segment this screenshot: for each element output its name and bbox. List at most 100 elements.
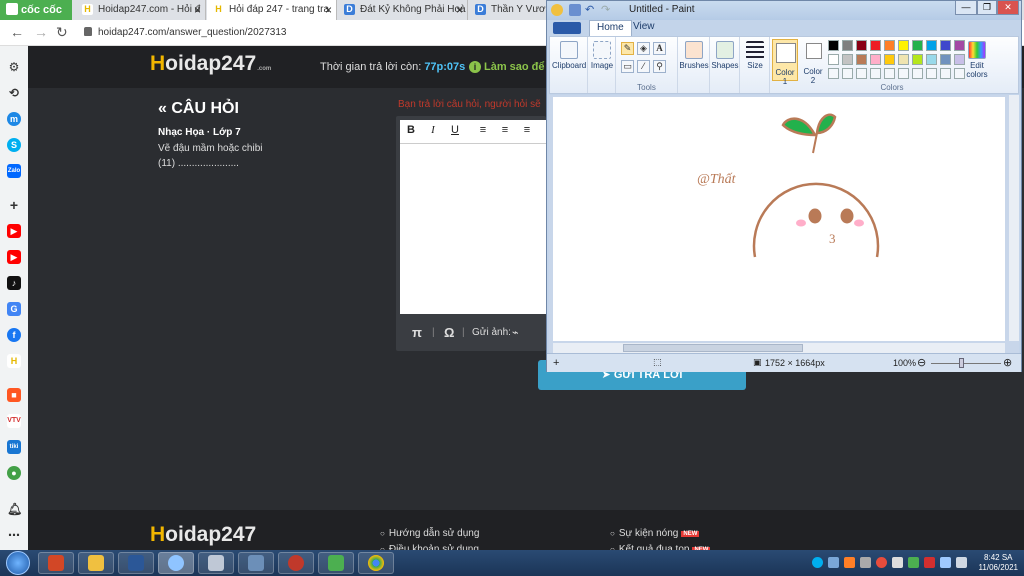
- footer-link-guide[interactable]: Hướng dẫn sử dụng: [380, 528, 480, 539]
- fill-icon[interactable]: ◈: [637, 42, 650, 55]
- palette-swatch[interactable]: [912, 68, 923, 79]
- palette-swatch[interactable]: [940, 68, 951, 79]
- url-input[interactable]: hoidap247.com/answer_question/2027313: [80, 23, 540, 43]
- edit-colors-button[interactable]: Edit colors: [962, 41, 992, 79]
- palette-swatch[interactable]: [856, 54, 867, 65]
- game-icon[interactable]: ●: [7, 466, 21, 480]
- palette-swatch[interactable]: [898, 40, 909, 51]
- add-icon[interactable]: +: [7, 198, 21, 212]
- tab-close-icon[interactable]: ×: [194, 0, 201, 20]
- palette-swatch[interactable]: [912, 54, 923, 65]
- redo-icon[interactable]: ↷: [601, 4, 613, 16]
- taskbar-word[interactable]: [118, 552, 154, 574]
- taskbar-paint[interactable]: [158, 552, 194, 574]
- palette-swatch[interactable]: [870, 40, 881, 51]
- palette-swatch[interactable]: [828, 54, 839, 65]
- more-icon[interactable]: ⋯: [7, 528, 21, 542]
- palette-swatch[interactable]: [842, 40, 853, 51]
- taskbar-clock[interactable]: 8:42 SA 11/06/2021: [979, 553, 1018, 573]
- facebook-icon[interactable]: f: [7, 328, 21, 342]
- color-picker-icon[interactable]: ⁄: [637, 60, 650, 73]
- palette-swatch[interactable]: [828, 68, 839, 79]
- tray-icon[interactable]: [844, 557, 855, 568]
- vertical-scrollbar[interactable]: [1009, 95, 1019, 341]
- palette-swatch[interactable]: [828, 40, 839, 51]
- eraser-icon[interactable]: ▭: [621, 60, 634, 73]
- skype-icon[interactable]: S: [7, 138, 21, 152]
- volume-icon[interactable]: [956, 557, 967, 568]
- taskbar-chrome[interactable]: [358, 552, 394, 574]
- image-button[interactable]: Image: [589, 41, 615, 70]
- tab-dat-ky[interactable]: D Đát Kỷ Không Phải Hoà ×: [338, 0, 468, 20]
- tab-close-icon[interactable]: ×: [325, 0, 332, 20]
- tab-hoidap-home[interactable]: H Hoidap247.com - Hỏi đ ×: [76, 0, 206, 20]
- tray-icon[interactable]: [908, 557, 919, 568]
- align-center-icon[interactable]: ≡: [498, 124, 512, 136]
- tray-icon[interactable]: [876, 557, 887, 568]
- paint-app-icon[interactable]: [551, 4, 563, 16]
- palette-swatch[interactable]: [898, 68, 909, 79]
- youtube-icon[interactable]: ▶: [7, 250, 21, 264]
- drawing-canvas[interactable]: 3 @Thất: [553, 97, 1005, 341]
- skype-tray-icon[interactable]: [812, 557, 823, 568]
- brushes-button[interactable]: Brushes: [679, 41, 709, 70]
- palette-swatch[interactable]: [856, 40, 867, 51]
- flag-icon[interactable]: [892, 557, 903, 568]
- palette-swatch[interactable]: [884, 40, 895, 51]
- align-left-icon[interactable]: ≡: [476, 124, 490, 136]
- notification-bell-icon[interactable]: 🔔︎: [7, 502, 22, 516]
- answer-textarea[interactable]: [400, 144, 546, 314]
- app-icon[interactable]: ■: [7, 388, 21, 402]
- palette-swatch[interactable]: [898, 54, 909, 65]
- omega-symbol-button[interactable]: Ω: [444, 321, 454, 345]
- color2-button[interactable]: Color 2: [802, 39, 824, 85]
- bold-button[interactable]: B: [404, 124, 418, 136]
- tiktok-icon[interactable]: ♪: [7, 276, 21, 290]
- tab-home[interactable]: Home: [589, 20, 632, 36]
- clipboard-button[interactable]: Clipboard: [552, 41, 586, 70]
- pencil-icon[interactable]: ✎: [621, 42, 634, 55]
- restore-button[interactable]: ❐: [977, 1, 997, 15]
- close-window-button[interactable]: ✕: [997, 1, 1019, 15]
- forward-arrow-icon[interactable]: →: [34, 24, 48, 40]
- palette-swatch[interactable]: [940, 40, 951, 51]
- save-icon[interactable]: [569, 4, 581, 16]
- size-button[interactable]: Size: [741, 41, 769, 70]
- zoom-out-button[interactable]: ⊖: [917, 356, 926, 369]
- zalo-icon[interactable]: Zalo: [7, 164, 21, 178]
- palette-swatch[interactable]: [926, 40, 937, 51]
- underline-button[interactable]: U: [448, 124, 462, 136]
- undo-icon[interactable]: ↶: [585, 4, 597, 16]
- align-right-icon[interactable]: ≡: [520, 124, 534, 136]
- palette-swatch[interactable]: [884, 68, 895, 79]
- text-tool-icon[interactable]: A: [653, 42, 666, 55]
- palette-swatch[interactable]: [842, 54, 853, 65]
- taskbar-powerpoint[interactable]: [38, 552, 74, 574]
- tab-view[interactable]: View: [633, 21, 655, 32]
- paint-title-bar[interactable]: ↶ ↷ Untitled - Paint — ❐ ✕: [547, 1, 1021, 20]
- coccoc-menu-button[interactable]: cốc cốc: [0, 0, 72, 20]
- zoom-slider-thumb[interactable]: [959, 358, 964, 368]
- tab-hoidap-answer[interactable]: H Hỏi đáp 247 - trang tra ×: [207, 0, 337, 20]
- tiki-icon[interactable]: tiki: [7, 440, 21, 454]
- tab-than-y-vuong[interactable]: D Thần Y Vương: [469, 0, 546, 20]
- magnifier-icon[interactable]: ⚲: [653, 60, 666, 73]
- youtube-icon[interactable]: ▶: [7, 224, 21, 238]
- howto-link[interactable]: i Làm sao để c: [469, 61, 554, 73]
- vtv-icon[interactable]: VTV: [7, 414, 21, 428]
- reload-icon[interactable]: ↻: [56, 24, 68, 41]
- palette-swatch[interactable]: [926, 54, 937, 65]
- palette-swatch[interactable]: [842, 68, 853, 79]
- palette-swatch[interactable]: [884, 54, 895, 65]
- settings-gear-icon[interactable]: ⚙: [7, 60, 21, 74]
- paperclip-icon[interactable]: ⌁: [512, 321, 519, 345]
- taskbar-app[interactable]: [278, 552, 314, 574]
- tray-icon[interactable]: [828, 557, 839, 568]
- tray-icon[interactable]: [860, 557, 871, 568]
- palette-swatch[interactable]: [912, 40, 923, 51]
- paint-file-menu-button[interactable]: [553, 22, 581, 34]
- translate-icon[interactable]: G: [7, 302, 21, 316]
- footer-logo[interactable]: Hoidap247: [150, 523, 256, 547]
- zoom-slider[interactable]: [931, 363, 1001, 364]
- palette-swatch[interactable]: [870, 68, 881, 79]
